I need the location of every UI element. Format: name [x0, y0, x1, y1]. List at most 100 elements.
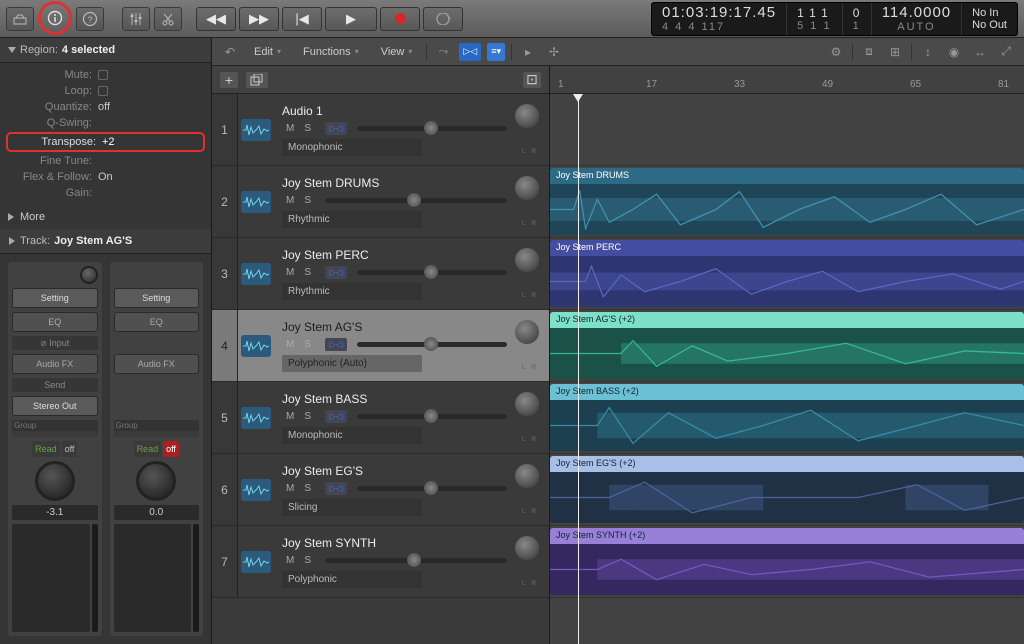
edit-menu[interactable]: Edit▾ [246, 43, 289, 61]
flex-indicator[interactable]: ▷◁ [325, 338, 347, 351]
pointer-tool-icon[interactable]: ▸ [518, 43, 538, 61]
track-name[interactable]: Joy Stem DRUMS [282, 176, 507, 190]
position-beats[interactable]: 4 4 4 117 [662, 21, 776, 33]
global-tracks-button[interactable]: ⊡ [523, 72, 541, 88]
pan-knob[interactable] [515, 248, 539, 272]
volume-fader[interactable] [114, 524, 192, 632]
snap-icon[interactable]: ⧈ [859, 43, 879, 61]
volume-slider[interactable] [357, 270, 507, 275]
cycle-button[interactable] [423, 7, 463, 31]
mute-button[interactable]: M [282, 266, 298, 279]
forward-button[interactable]: ▶▶ [239, 7, 279, 31]
track-header[interactable]: Track: Joy Stem AG'S [0, 229, 211, 254]
mute-button[interactable]: M [282, 554, 298, 567]
region-bass[interactable]: Joy Stem BASS (+2) [550, 384, 1024, 451]
flex-mode-select[interactable]: Monophonic [282, 139, 422, 156]
volume-slider[interactable] [357, 414, 507, 419]
view-menu[interactable]: View▾ [373, 43, 421, 61]
group-slot[interactable] [114, 431, 200, 437]
track-icon[interactable] [238, 526, 274, 597]
mute-button[interactable]: M [282, 410, 298, 423]
mute-row[interactable]: Mute: [0, 67, 211, 83]
track-icon[interactable] [238, 94, 274, 165]
rewind-button[interactable]: ◀◀ [196, 7, 236, 31]
group-slot[interactable] [12, 431, 98, 437]
automation-icon[interactable]: ⤳ [433, 43, 453, 61]
track-row[interactable]: 5Joy Stem BASSMS▷◁MonophonicL R [212, 382, 549, 454]
automation-read[interactable]: Read [32, 441, 60, 457]
track-name[interactable]: Joy Stem BASS [282, 392, 507, 406]
flex-indicator[interactable]: ▷◁ [325, 266, 347, 279]
timecode[interactable]: 01:03:19:17.45 [662, 4, 776, 21]
pan-knob[interactable] [515, 104, 539, 128]
locator-right[interactable]: 5 1 1 [797, 20, 831, 32]
eq-button[interactable]: EQ [12, 312, 98, 332]
track-icon[interactable] [238, 382, 274, 453]
gain-knob[interactable] [80, 266, 98, 284]
add-track-button[interactable]: + [220, 72, 238, 88]
track-name[interactable]: Joy Stem EG'S [282, 464, 507, 478]
solo-button[interactable]: S [300, 122, 315, 135]
solo-button[interactable]: S [300, 338, 315, 351]
automation-read[interactable]: Read [134, 441, 162, 457]
volume-fader[interactable] [12, 524, 90, 632]
functions-menu[interactable]: Functions▾ [295, 43, 367, 61]
loop-row[interactable]: Loop: [0, 83, 211, 99]
quantize-row[interactable]: Quantize:off [0, 99, 211, 115]
track-icon[interactable] [238, 454, 274, 525]
pan-knob[interactable] [515, 176, 539, 200]
transpose-row[interactable]: Transpose:+2 [6, 132, 205, 152]
goto-start-button[interactable]: |◀ [282, 7, 322, 31]
track-icon[interactable] [238, 238, 274, 309]
more-disclosure[interactable]: More [0, 205, 211, 229]
gear-icon[interactable]: ⚙ [826, 43, 846, 61]
region-drums[interactable]: Joy Stem DRUMS [550, 168, 1024, 235]
track-row[interactable]: 6Joy Stem EG'SMS▷◁SlicingL R [212, 454, 549, 526]
solo-button[interactable]: S [300, 266, 315, 279]
region-synth[interactable]: Joy Stem SYNTH (+2) [550, 528, 1024, 595]
pan-knob[interactable] [136, 461, 176, 501]
locator-left[interactable]: 1 1 1 [797, 6, 831, 20]
track-name[interactable]: Joy Stem AG'S [282, 320, 507, 334]
zoom-both-icon[interactable]: ⤢ [996, 43, 1016, 61]
flex-follow-row[interactable]: Flex & Follow:On [0, 169, 211, 185]
eq-button[interactable]: EQ [114, 312, 200, 332]
mixer-icon[interactable] [122, 7, 150, 31]
clips-area[interactable]: Joy Stem DRUMS Joy Stem PERC Joy Stem AG… [550, 94, 1024, 644]
flex-indicator[interactable]: ▷◁ [325, 122, 347, 135]
library-icon[interactable] [6, 7, 34, 31]
flex-mode-select[interactable]: Rhythmic [282, 283, 422, 300]
output-slot[interactable]: Stereo Out [12, 396, 98, 416]
solo-button[interactable]: S [300, 554, 315, 567]
mute-button[interactable]: M [282, 482, 298, 495]
track-row[interactable]: 4Joy Stem AG'SMS▷◁Polyphonic (Auto)L R [212, 310, 549, 382]
track-name[interactable]: Joy Stem SYNTH [282, 536, 507, 550]
track-row[interactable]: 2Joy Stem DRUMSMSRhythmicL R [212, 166, 549, 238]
mute-button[interactable]: M [282, 338, 298, 351]
region-egs[interactable]: Joy Stem EG'S (+2) [550, 456, 1024, 523]
mute-button[interactable]: M [282, 194, 298, 207]
link-icon[interactable]: ⊞ [885, 43, 905, 61]
gain-row[interactable]: Gain: [0, 185, 211, 201]
help-icon[interactable]: ? [76, 7, 104, 31]
duplicate-track-button[interactable] [246, 72, 268, 88]
fader-value[interactable]: 0.0 [114, 505, 200, 520]
track-name[interactable]: Audio 1 [282, 104, 507, 118]
track-name[interactable]: Joy Stem PERC [282, 248, 507, 262]
pan-knob[interactable] [35, 461, 75, 501]
scissors-icon[interactable] [154, 7, 182, 31]
solo-button[interactable]: S [300, 482, 315, 495]
arrangement-area[interactable]: 1 17 33 49 65 81 Joy Stem DRUMS Joy Stem… [550, 66, 1024, 644]
volume-slider[interactable] [357, 486, 507, 491]
fader-value[interactable]: -3.1 [12, 505, 98, 520]
track-icon[interactable] [238, 310, 274, 381]
region-perc[interactable]: Joy Stem PERC [550, 240, 1024, 307]
zoom-v-icon[interactable]: ↕ [918, 43, 938, 61]
inspector-icon[interactable] [41, 6, 69, 30]
bar-ruler[interactable]: 1 17 33 49 65 81 [550, 66, 1024, 94]
track-row[interactable]: 3Joy Stem PERCMS▷◁RhythmicL R [212, 238, 549, 310]
catch-icon[interactable]: ≡▾ [487, 43, 505, 61]
no-out-label[interactable]: No Out [972, 19, 1007, 31]
play-button[interactable]: ▶ [325, 7, 377, 31]
marquee-tool-icon[interactable]: ✢ [544, 43, 564, 61]
